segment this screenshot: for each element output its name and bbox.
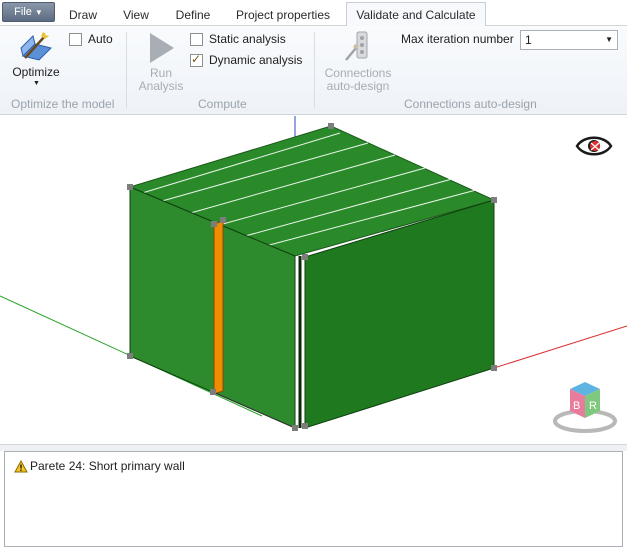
pane-splitter[interactable] [0, 444, 627, 451]
optimize-icon [20, 32, 52, 61]
dynamic-analysis-label: Dynamic analysis [209, 53, 303, 67]
max-iteration-value: 1 [525, 33, 532, 47]
dynamic-analysis-checkbox-box[interactable] [190, 52, 203, 67]
play-icon [150, 33, 174, 63]
static-analysis-checkbox[interactable]: Static analysis [190, 31, 286, 47]
static-analysis-checkbox-box[interactable] [190, 32, 203, 46]
node[interactable] [211, 221, 217, 227]
connections-auto-design-button[interactable]: Connections auto-design [320, 28, 396, 94]
navigation-cube-right-letter: R [589, 400, 597, 412]
static-analysis-label: Static analysis [209, 32, 286, 46]
connections-button-label-line2: auto-design [326, 79, 390, 93]
highlighted-wall-parete-24[interactable] [213, 220, 224, 395]
node[interactable] [210, 389, 216, 395]
chevron-down-icon: ▼ [33, 80, 40, 87]
chevron-down-icon: ▼ [605, 35, 613, 44]
tab-project-properties[interactable]: Project properties [224, 4, 342, 26]
group-label-optimize: Optimize the model [11, 97, 115, 111]
ribbon-tab-strip: File ▼ Draw View Define Project propertie… [0, 0, 627, 27]
node[interactable] [302, 423, 308, 429]
warning-icon [14, 459, 28, 472]
eye-visibility-icon[interactable] [575, 133, 613, 159]
node[interactable] [491, 365, 497, 371]
group-label-connections: Connections auto-design [404, 97, 537, 111]
ribbon-panel: Optimize ▼ Auto Optimize the model Run A… [0, 26, 627, 115]
messages-panel: Parete 24: Short primary wall [4, 451, 623, 547]
auto-checkbox-label: Auto [88, 32, 113, 46]
message-text: Parete 24: Short primary wall [30, 459, 185, 473]
optimize-button[interactable]: Optimize ▼ [8, 28, 64, 92]
node[interactable] [491, 197, 497, 203]
node[interactable] [302, 254, 308, 260]
tab-draw[interactable]: Draw [60, 4, 106, 26]
axis-x-line [493, 325, 627, 369]
chevron-down-icon: ▼ [34, 8, 43, 17]
ribbon-separator [314, 32, 315, 108]
node[interactable] [220, 217, 226, 223]
run-analysis-label-line2: Analysis [138, 79, 184, 93]
max-iteration-select[interactable]: 1 ▼ [520, 30, 618, 50]
navigation-cube-left-letter: B [573, 400, 580, 412]
model-viewport[interactable]: B R [0, 116, 627, 444]
run-analysis-button[interactable]: Run Analysis [135, 28, 187, 94]
structure-3d-view[interactable] [0, 116, 627, 444]
ribbon-separator [126, 32, 127, 108]
connections-icon [345, 31, 368, 61]
node[interactable] [127, 184, 133, 190]
optimize-button-label: Optimize [12, 65, 60, 79]
file-menu-button[interactable]: File ▼ [2, 2, 55, 22]
auto-checkbox-box[interactable] [69, 32, 82, 46]
navigation-cube[interactable]: B R [552, 378, 618, 434]
group-label-compute: Compute [198, 97, 247, 111]
message-item[interactable]: Parete 24: Short primary wall [14, 459, 185, 473]
tab-view[interactable]: View [110, 4, 162, 26]
tab-define[interactable]: Define [166, 4, 220, 26]
file-menu-label: File [14, 6, 32, 18]
max-iteration-label: Max iteration number [401, 32, 514, 46]
tab-validate-and-calculate[interactable]: Validate and Calculate [346, 2, 486, 27]
dynamic-analysis-checkbox[interactable]: Dynamic analysis [190, 52, 302, 68]
auto-checkbox[interactable]: Auto [69, 31, 113, 47]
node[interactable] [328, 123, 334, 129]
node[interactable] [127, 353, 133, 359]
node[interactable] [292, 425, 298, 431]
